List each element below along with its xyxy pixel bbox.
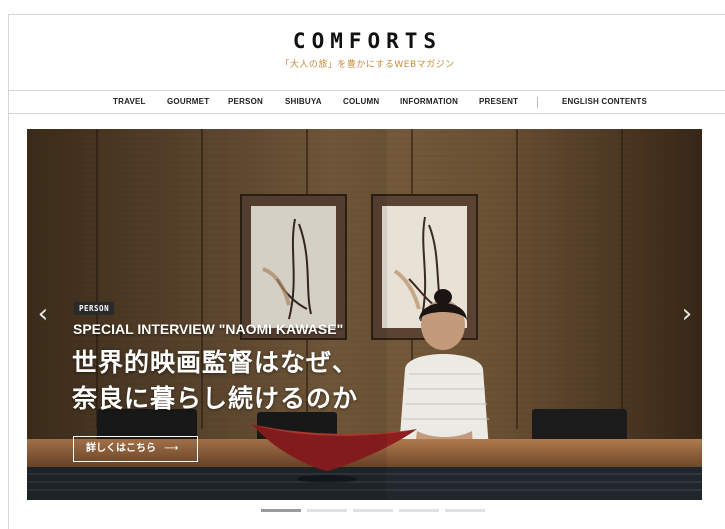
nav-item-information[interactable]: INFORMATION <box>400 97 458 106</box>
pagination-dot[interactable] <box>445 509 485 512</box>
pagination-dot[interactable] <box>353 509 393 512</box>
nav-item-person[interactable]: PERSON <box>228 97 263 106</box>
hero-subtitle: SPECIAL INTERVIEW "NAOMI KAWASE" <box>73 321 344 337</box>
site-header: COMFORTS 「大人の旅」を豊かにするWEBマガジン <box>9 15 725 91</box>
category-badge[interactable]: PERSON <box>74 302 115 315</box>
nav-item-english-contents[interactable]: ENGLISH CONTENTS <box>562 97 647 106</box>
arrow-right-icon: ⟶ <box>164 443 179 454</box>
nav-divider <box>537 97 538 108</box>
slider-next-button[interactable]: › <box>677 299 697 329</box>
read-more-label: 詳しくはこちら <box>86 443 156 454</box>
pagination-dot[interactable] <box>261 509 301 512</box>
site-tagline: 「大人の旅」を豊かにするWEBマガジン <box>280 60 455 70</box>
slider-prev-button[interactable]: ‹ <box>33 299 53 329</box>
main-nav: TRAVEL GOURMET PERSON SHIBUYA COLUMN INF… <box>9 90 725 114</box>
site-logo[interactable]: COMFORTS <box>9 29 725 53</box>
hero-slider[interactable]: ‹ › PERSON SPECIAL INTERVIEW "NAOMI KAWA… <box>27 129 702 500</box>
pagination-dot[interactable] <box>307 509 347 512</box>
pagination-dot[interactable] <box>399 509 439 512</box>
nav-item-column[interactable]: COLUMN <box>343 97 379 106</box>
nav-item-travel[interactable]: TRAVEL <box>113 97 146 106</box>
hero-title-line-2: 奈良に暮らし続けるのか <box>72 384 359 413</box>
hero-title-line-1: 世界的映画監督はなぜ、 <box>72 348 359 377</box>
nav-item-present[interactable]: PRESENT <box>479 97 518 106</box>
read-more-button[interactable]: 詳しくはこちら ⟶ <box>73 436 198 462</box>
nav-item-gourmet[interactable]: GOURMET <box>167 97 209 106</box>
nav-item-shibuya[interactable]: SHIBUYA <box>285 97 322 106</box>
